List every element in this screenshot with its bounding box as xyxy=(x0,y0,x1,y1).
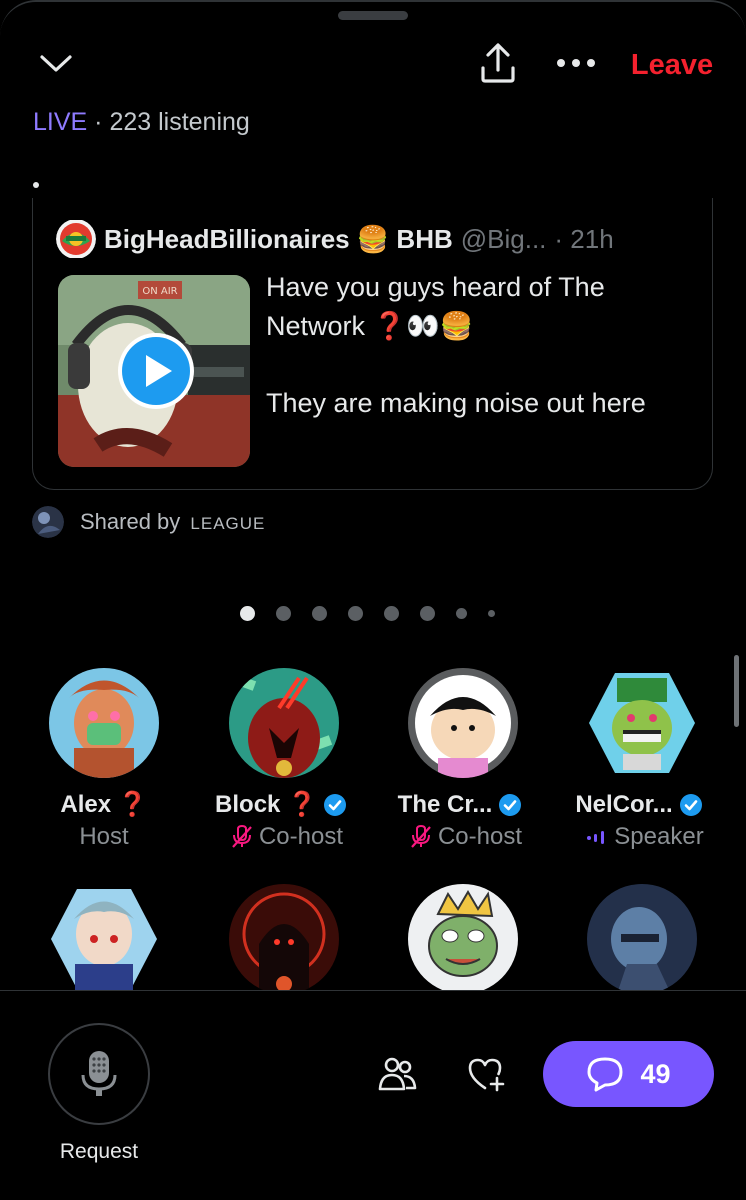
speaker-name: The Cr... xyxy=(373,788,553,822)
pager-dot[interactable] xyxy=(276,605,291,621)
more-dots-icon xyxy=(557,59,595,67)
avatar xyxy=(408,668,518,778)
avatar xyxy=(587,668,697,778)
avatar xyxy=(587,884,697,994)
carousel-pager[interactable] xyxy=(240,605,516,621)
bullet-dot xyxy=(33,182,39,188)
speaker-alex[interactable]: Alex ❓ Host xyxy=(14,668,194,852)
collapse-button[interactable] xyxy=(36,46,76,82)
post-time: · 21h xyxy=(554,223,614,254)
speaker-avatar-7[interactable] xyxy=(373,884,553,994)
listener-count: 223 listening xyxy=(109,108,250,136)
verified-badge-icon xyxy=(679,794,702,816)
speaker-block[interactable]: Block ❓ Co-host xyxy=(194,668,374,852)
pager-dot[interactable] xyxy=(240,605,255,621)
pager-dot[interactable] xyxy=(488,609,495,617)
scrollbar[interactable] xyxy=(734,655,739,727)
microphone-icon xyxy=(81,1051,117,1096)
speaker-name: Block ❓ xyxy=(194,788,374,822)
speaker-role: Host xyxy=(79,823,129,850)
shared-by-text: Shared by LEAGUE xyxy=(80,509,265,535)
mic-muted-icon xyxy=(411,825,431,848)
react-button[interactable] xyxy=(465,1054,509,1094)
live-badge: LIVE xyxy=(33,108,88,136)
more-options-button[interactable] xyxy=(554,48,598,78)
mic-muted-icon xyxy=(232,825,252,848)
avatar xyxy=(408,884,518,994)
post-video-thumbnail[interactable]: ON AIR xyxy=(58,275,250,467)
pager-dot[interactable] xyxy=(384,605,399,621)
post-text-line2: They are making noise out here xyxy=(266,388,646,418)
comments-button[interactable]: 49 xyxy=(543,1041,714,1107)
speaker-role: Speaker xyxy=(552,822,732,852)
shared-by-org: LEAGUE xyxy=(190,514,266,533)
speaker-avatar-8[interactable] xyxy=(552,884,732,994)
pager-dot[interactable] xyxy=(312,605,327,621)
speaker-name: Alex ❓ xyxy=(60,791,148,818)
people-icon xyxy=(378,1057,417,1091)
post-text-line1: Have you guys heard of The Network ❓👀🍔 xyxy=(266,272,605,341)
author-avatar[interactable] xyxy=(56,220,96,258)
participants-button[interactable] xyxy=(375,1054,419,1094)
avatar xyxy=(49,884,159,994)
comments-count: 49 xyxy=(640,1058,671,1089)
status-separator: · xyxy=(94,108,103,136)
request-label: Request xyxy=(59,1140,139,1163)
audio-level-icon xyxy=(587,831,605,844)
post-text: Have you guys heard of The Network ❓👀🍔 T… xyxy=(266,268,706,423)
avatar xyxy=(49,668,159,778)
verified-badge-icon xyxy=(499,794,522,816)
speaker-role: Co-host xyxy=(194,822,374,852)
post-header: BigHeadBillionaires 🍔 BHB @Big... · 21h xyxy=(56,220,696,258)
verified-badge-icon xyxy=(323,794,346,816)
chat-bubble-icon xyxy=(587,1057,623,1092)
speaker-avatar-5[interactable] xyxy=(14,884,194,994)
shared-by-prefix: Shared by xyxy=(80,509,181,534)
chevron-down-icon xyxy=(40,55,72,72)
share-upload-icon xyxy=(481,43,515,83)
avatar xyxy=(229,884,339,994)
speaker-the-cr[interactable]: The Cr... Co-host xyxy=(373,668,553,852)
speaker-avatar-6[interactable] xyxy=(194,884,374,994)
request-mic-button[interactable] xyxy=(48,1023,150,1125)
avatar xyxy=(229,668,339,778)
author-name[interactable]: BigHeadBillionaires 🍔 BHB xyxy=(104,224,453,255)
speaker-role: Co-host xyxy=(373,822,553,852)
space-status: LIVE · 223 listening xyxy=(33,104,250,140)
spaces-sheet: Leave LIVE · 223 listening BigHeadBillio… xyxy=(0,0,746,1200)
heart-plus-icon xyxy=(468,1058,505,1092)
speaker-nelcor[interactable]: NelCor... Speaker xyxy=(552,668,732,852)
share-button[interactable] xyxy=(476,40,520,86)
pager-dot[interactable] xyxy=(456,607,467,619)
pager-dot[interactable] xyxy=(420,605,435,621)
league-avatar xyxy=(32,506,64,538)
svg-text:ON AIR: ON AIR xyxy=(142,286,177,297)
leave-button[interactable]: Leave xyxy=(622,46,722,84)
sheet-grab-handle[interactable] xyxy=(338,11,408,20)
speaker-name: NelCor... xyxy=(552,788,732,822)
author-handle[interactable]: @Big... xyxy=(461,224,547,255)
pager-dot[interactable] xyxy=(348,605,363,621)
shared-by-row[interactable]: Shared by LEAGUE xyxy=(32,505,265,539)
